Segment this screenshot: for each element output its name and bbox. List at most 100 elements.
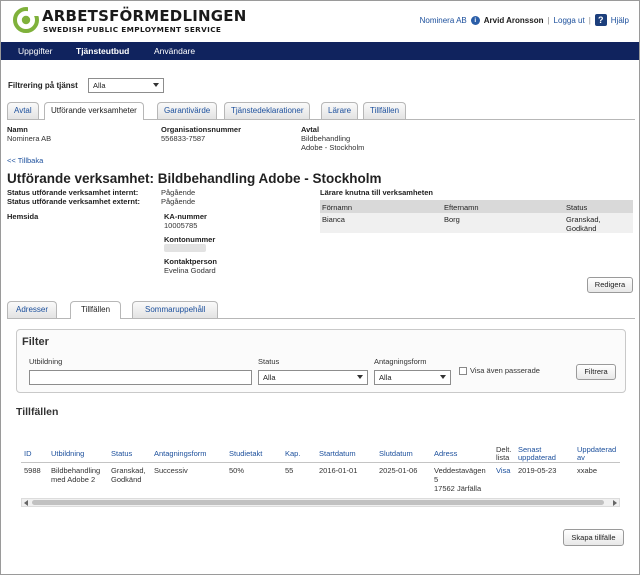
tab-subtab-tillfallen[interactable]: Tillfällen	[70, 301, 122, 319]
nav-item-uppgifter[interactable]: Uppgifter	[18, 46, 53, 56]
avtal-label: Avtal	[301, 125, 320, 134]
nav-item-tjansteutbud[interactable]: Tjänsteutbud	[76, 46, 129, 56]
edit-button[interactable]: Redigera	[587, 277, 633, 293]
show-passed-label: Visa även passerade	[470, 366, 540, 375]
main-tabs: Avtal Utförande verksamheter Garantivärd…	[7, 102, 637, 120]
cell-startdatum: 2016-01-01	[319, 466, 358, 475]
cell-id: 5988	[24, 466, 41, 475]
tab-adresser[interactable]: Adresser	[7, 301, 58, 318]
col-header-antagningsform[interactable]: Antagningsform	[154, 450, 207, 458]
tab-tillfallen[interactable]: Tillfällen	[363, 102, 407, 119]
col-header-utbildning[interactable]: Utbildning	[51, 450, 84, 458]
scrollbar-thumb[interactable]	[32, 500, 604, 505]
table-header-row: ID Utbildning Status Antagningsform Stud…	[21, 445, 620, 463]
service-filter-value: Alla	[93, 81, 106, 90]
kontakt-label: Kontaktperson	[164, 257, 217, 266]
tab-garantivarde[interactable]: Garantivärde	[157, 102, 218, 119]
status-filter-value: Alla	[263, 373, 276, 382]
chevron-down-icon	[440, 375, 446, 379]
antagning-filter-select[interactable]: Alla	[374, 370, 451, 385]
cell-studietakt: 50%	[229, 466, 245, 475]
cell-kap: 55	[285, 466, 294, 475]
help-link[interactable]: Hjälp	[611, 16, 629, 25]
status-filter-select[interactable]: Alla	[258, 370, 368, 385]
col-header-uppdaterad[interactable]: uppdaterad	[518, 454, 556, 462]
name-label: Namn	[7, 125, 28, 134]
cell-status-1: Granskad,	[566, 215, 601, 224]
cell-efternamn: Borg	[444, 215, 460, 224]
cell-adress-2: 5	[434, 475, 439, 484]
user-name: Arvid Aronsson	[483, 15, 544, 25]
konto-value-redacted	[164, 244, 206, 252]
cell-uppdaterad-av: xxabe	[577, 466, 598, 475]
page-title: Utförande verksamhet: Bildbehandling Ado…	[7, 171, 382, 186]
status-external-label: Status utförande verksamhet externt:	[7, 197, 140, 206]
sub-tabs: Adresser Tillfällen Sommaruppehåll	[7, 301, 637, 319]
orgnr-label: Organisationsnummer	[161, 125, 242, 134]
utbildning-label: Utbildning	[29, 357, 63, 366]
col-header-startdatum[interactable]: Startdatum	[319, 450, 356, 458]
org-link[interactable]: Nominera AB	[420, 16, 467, 25]
col-header-status[interactable]: Status	[111, 450, 132, 458]
occasions-title: Tillfällen	[16, 406, 59, 418]
create-occasion-button[interactable]: Skapa tillfälle	[563, 529, 624, 546]
table-row[interactable]: Bianca Borg Granskad, Godkänd	[320, 213, 633, 233]
cell-lista-link[interactable]: Visa	[496, 466, 510, 475]
cell-fornamn: Bianca	[322, 215, 345, 224]
horizontal-scrollbar[interactable]	[21, 498, 620, 507]
col-header-efternamn: Efternamn	[444, 203, 479, 212]
homepage-label: Hemsida	[7, 212, 39, 221]
main-nav: Uppgifter Tjänsteutbud Användare	[1, 42, 639, 60]
utility-bar: Nominera AB i Arvid Aronsson | Logga ut …	[420, 14, 629, 26]
help-icon[interactable]: ?	[594, 14, 607, 26]
cell-status-2: Godkänd	[566, 224, 597, 233]
status-internal-value: Pågående	[161, 188, 196, 197]
scroll-right-icon[interactable]	[613, 500, 617, 506]
tab-avtal[interactable]: Avtal	[7, 102, 39, 119]
tab-utforande-verksamheter[interactable]: Utförande verksamheter	[44, 102, 144, 120]
logout-link[interactable]: Logga ut	[554, 16, 585, 25]
cell-utbildning-2: med Adobe 2	[51, 475, 96, 484]
info-icon[interactable]: i	[470, 15, 480, 25]
cell-status-2: Godkänd	[111, 475, 142, 484]
cell-adress-3: 17562 Järfälla	[434, 484, 482, 493]
cell-utbildning-1: Bildbehandling	[51, 466, 101, 475]
table-row[interactable]: 5988 Bildbehandling med Adobe 2 Granskad…	[21, 463, 620, 495]
antagning-filter-label: Antagningsform	[374, 357, 427, 366]
name-value: Nominera AB	[7, 134, 52, 143]
col-header-kap[interactable]: Kap.	[285, 450, 300, 458]
antagning-filter-value: Alla	[379, 373, 392, 382]
tab-tjanstedeklarationer[interactable]: Tjänstedeklarationer	[224, 102, 311, 119]
separator: |	[547, 15, 550, 25]
avtal-value-2: Adobe - Stockholm	[301, 143, 365, 152]
status-filter-label: Status	[258, 357, 280, 366]
col-header-fornamn: Förnamn	[322, 203, 353, 212]
col-header-adress[interactable]: Adress	[434, 450, 457, 458]
col-header-slutdatum[interactable]: Slutdatum	[379, 450, 413, 458]
brand-name[interactable]: ARBETSFÖRMEDLINGEN	[42, 7, 246, 25]
col-header-av[interactable]: av	[577, 454, 585, 462]
utbildning-input[interactable]	[29, 370, 252, 385]
nav-item-anvandare[interactable]: Användare	[154, 46, 195, 56]
tab-sommaruppehall[interactable]: Sommaruppehåll	[132, 301, 219, 318]
arbetsformedlingen-logo-icon[interactable]	[13, 7, 39, 33]
cell-slutdatum: 2025-01-06	[379, 466, 418, 475]
brand-subtitle: SWEDISH PUBLIC EMPLOYMENT SERVICE	[43, 25, 222, 34]
back-link[interactable]: << Tillbaka	[7, 156, 43, 165]
table-header-row: Förnamn Efternamn Status	[320, 200, 633, 213]
teachers-title: Lärare knutna till verksamheten	[320, 188, 433, 197]
status-external-value: Pågående	[161, 197, 196, 206]
col-header-studietakt[interactable]: Studietakt	[229, 450, 262, 458]
teachers-table: Förnamn Efternamn Status Bianca Borg Gra…	[320, 200, 633, 233]
chevron-down-icon	[153, 83, 159, 87]
filter-button[interactable]: Filtrera	[576, 364, 616, 380]
avtal-value-1: Bildbehandling	[301, 134, 351, 143]
service-filter-select[interactable]: Alla	[88, 78, 164, 93]
status-internal-label: Status utförande verksamhet internt:	[7, 188, 139, 197]
show-passed-checkbox[interactable]	[459, 367, 467, 375]
scroll-left-icon[interactable]	[24, 500, 28, 506]
col-header-id[interactable]: ID	[24, 450, 32, 458]
occasions-table: ID Utbildning Status Antagningsform Stud…	[21, 445, 620, 495]
tab-larare[interactable]: Lärare	[321, 102, 359, 119]
ka-label: KA-nummer	[164, 212, 207, 221]
